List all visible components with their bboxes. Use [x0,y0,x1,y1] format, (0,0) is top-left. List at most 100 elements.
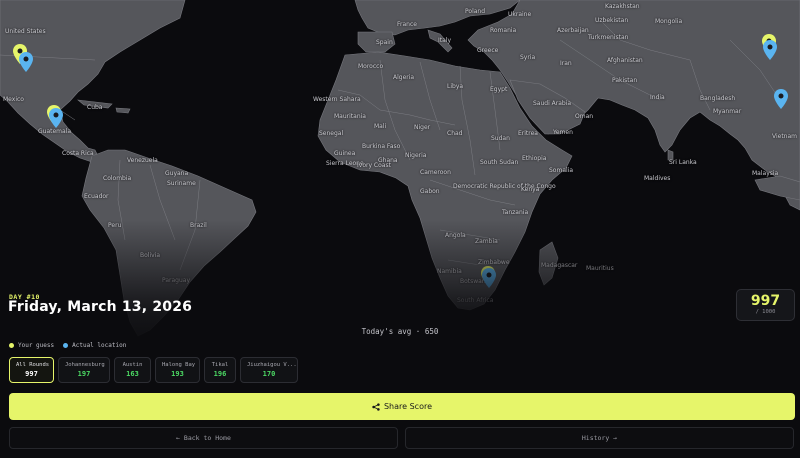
map-country-label: Romania [490,27,517,34]
history-button[interactable]: History → [405,427,794,449]
map-country-label: Senegal [319,130,344,137]
map-country-label: Turkmenistan [588,34,629,41]
map-country-label: Sudan [491,135,510,142]
back-to-home-button[interactable]: ← Back to Home [9,427,398,449]
map-country-label: Guatemala [38,128,72,135]
round-name: Tikal [211,362,229,368]
map-country-label: Somalia [549,167,574,174]
map-country-label: Suriname [167,180,196,187]
legend-guess: Your guess [9,342,54,349]
map-country-label: Ukraine [508,11,532,18]
round-score: 163 [126,370,139,378]
map-country-label: Mongolia [655,18,683,25]
map-country-label: Tanzania [502,209,529,216]
actual-pin-icon[interactable] [763,40,777,60]
map-country-label: Afghanistan [607,57,643,64]
map-country-label: Democratic Republic of the Congo [453,183,556,190]
map-country-label: Poland [465,8,486,15]
total-score-max: / 1000 [755,309,776,315]
actual-pin-icon[interactable] [49,108,63,128]
round-tab-johannesburg[interactable]: Johannesburg 197 [58,357,110,383]
map-country-label: Myanmar [713,108,742,115]
legend-actual-label: Actual location [72,342,127,349]
round-tab-austin[interactable]: Austin 163 [114,357,151,383]
round-name: Jiuzhaigou V... [247,362,297,368]
round-score: 997 [25,370,38,378]
map-country-label: Mauritania [334,113,366,120]
map-country-label: Syria [520,54,536,61]
map-country-label: Cuba [87,104,103,111]
map-fade-overlay [0,220,800,458]
map-country-label: Eritrea [518,130,538,137]
total-score-card: 997 / 1000 [736,289,795,321]
map-country-label: Greece [477,47,499,54]
round-tab-halong-bay[interactable]: Halong Bay 193 [155,357,200,383]
round-name: All Rounds [16,362,50,368]
map-country-label: Nigeria [405,152,427,159]
map-country-label: Maldives [644,175,671,182]
map-country-label: Ecuador [84,193,109,200]
map-country-label: Algeria [393,74,415,81]
round-tab-all[interactable]: All Rounds 997 [9,357,54,383]
map-country-label: Malaysia [752,170,779,177]
share-score-button[interactable]: Share Score [9,393,795,420]
legend-actual: Actual location [63,342,126,349]
actual-pin-icon[interactable] [19,52,33,72]
map-country-label: South Sudan [480,159,519,166]
map-country-label: Egypt [490,86,508,93]
map-country-label: Chad [447,130,463,137]
round-score: 170 [262,370,276,378]
map-country-label: Colombia [103,175,132,182]
map-country-label: Vietnam [772,133,798,140]
map-country-label: Kenya [521,186,540,193]
map-country-label: Azerbaijan [557,27,589,34]
round-tab-tikal[interactable]: Tikal 196 [204,357,236,383]
map-country-label: Ethiopia [522,155,547,162]
back-to-home-label: ← Back to Home [176,434,231,442]
share-icon [372,402,380,411]
round-name: Halong Bay [162,362,196,368]
share-score-label: Share Score [383,402,433,411]
today-average: Today's avg · 650 [361,327,439,336]
map-country-label: Mexico [3,96,24,103]
page-title: Friday, March 13, 2026 [8,299,193,315]
map-country-label: Iran [560,60,572,67]
legend-guess-label: Your guess [18,342,55,349]
map-legend: Your guess Actual location [9,342,126,349]
actual-dot-icon [63,343,69,348]
map-country-label: France [397,21,417,28]
map-country-label: Oman [575,113,594,120]
map-country-label: Yemen [553,129,573,136]
guess-dot-icon [9,343,14,348]
map-country-label: Kazakhstan [605,3,640,10]
map-country-label: Niger [414,124,431,131]
map-country-label: Sri Lanka [669,159,697,166]
total-score-value: 997 [750,293,781,309]
round-name: Austin [122,362,143,368]
map-country-label: Ivory Coast [357,162,391,169]
map-country-label: Uzbekistan [595,17,629,24]
map-country-label: India [650,94,665,101]
round-tab-jiuzhaigou[interactable]: Jiuzhaigou V... 170 [240,357,298,383]
map-country-label: Cameroon [420,169,451,176]
round-score: 197 [77,370,91,378]
map-country-label: Western Sahara [313,96,361,103]
map-country-label: Gabon [420,188,440,195]
map-country-label: Guinea [334,150,356,157]
map-country-label: Spain [376,39,393,46]
map-country-label: Costa Rica [62,150,94,157]
map-country-label: Guyana [165,170,189,177]
actual-pin-icon[interactable] [774,89,788,109]
round-score: 196 [213,370,227,378]
world-map[interactable]: United States Mexico Guatemala Cuba Costa Ri… [0,0,800,458]
map-country-label: Venezuela [127,157,158,164]
map-country-label: Italy [438,37,452,44]
map-country-label: Bangladesh [700,95,736,102]
map-country-label: Morocco [358,63,384,70]
map-country-label: Libya [447,83,464,90]
map-country-label: Saudi Arabia [533,100,572,107]
map-country-label: Burkina Faso [362,143,401,150]
map-country-label: United States [5,28,46,35]
map-country-label: Mali [374,123,387,130]
round-score: 193 [171,370,184,378]
